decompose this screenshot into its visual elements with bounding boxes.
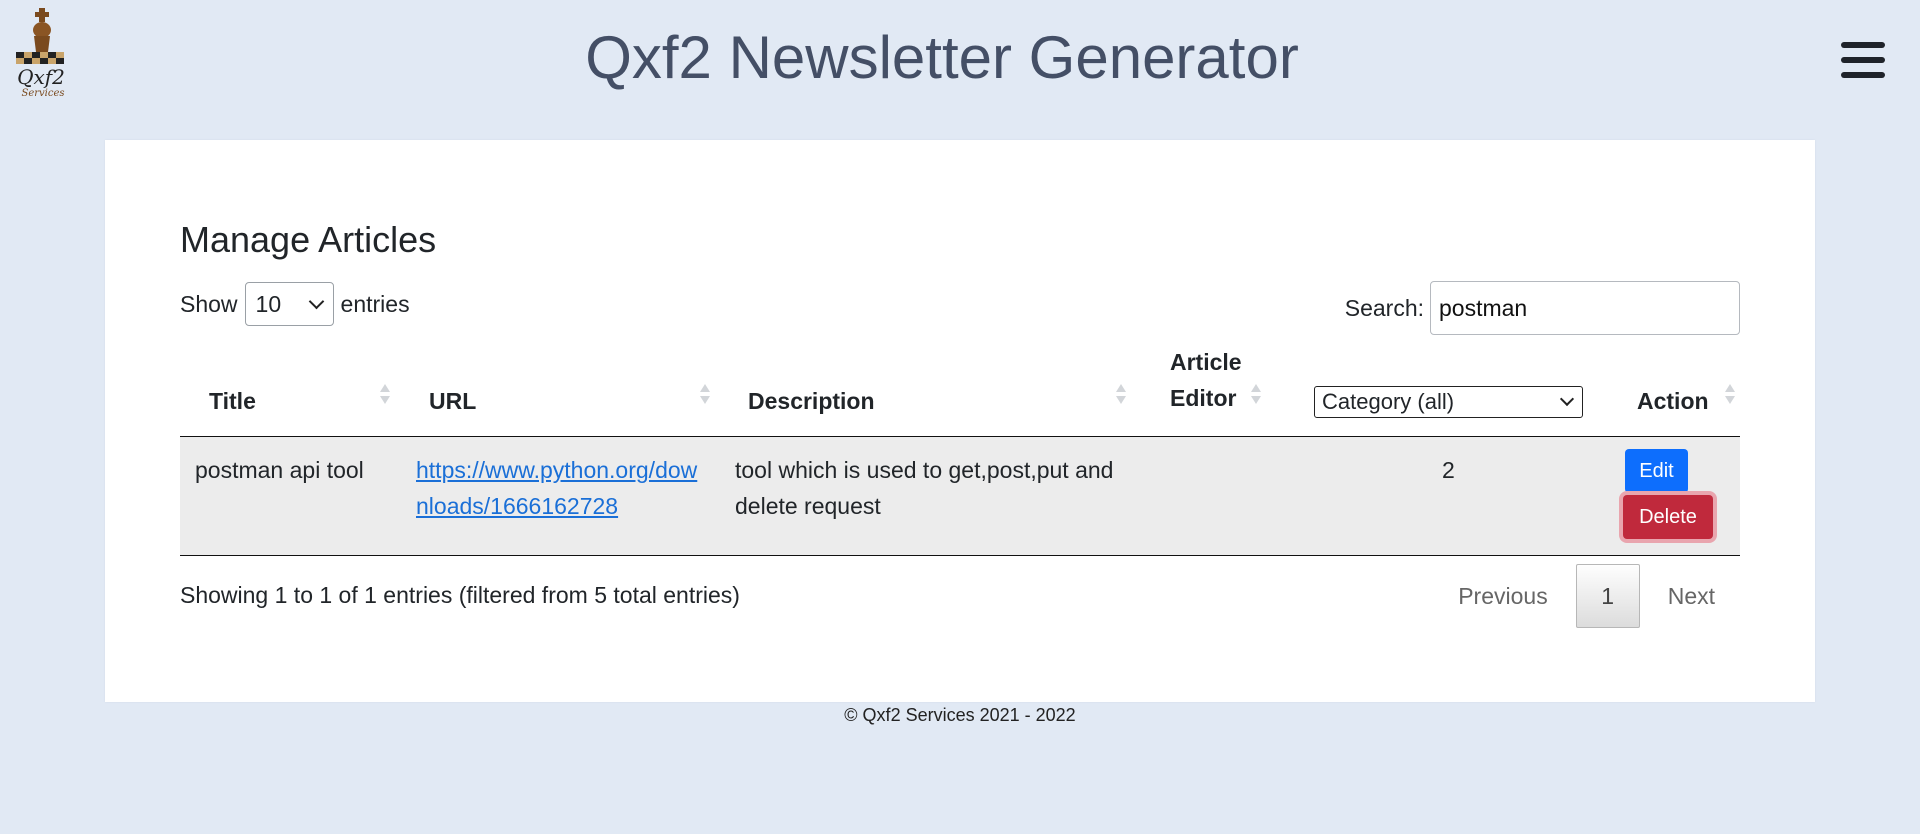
row-description: tool which is used to get,post,put and d… xyxy=(735,457,1114,519)
column-action-label: Action xyxy=(1637,388,1709,414)
column-article-editor-label: Article Editor xyxy=(1170,344,1242,416)
sort-icon xyxy=(1115,384,1127,408)
next-page-button[interactable]: Next xyxy=(1640,583,1740,610)
category-filter-select[interactable]: Category (all) xyxy=(1314,386,1583,418)
column-header-article-editor[interactable]: Article Editor xyxy=(1165,349,1295,436)
column-header-url[interactable]: URL xyxy=(395,350,715,436)
column-title-label: Title xyxy=(209,388,256,414)
copyright-footer: © Qxf2 Services 2021 - 2022 xyxy=(844,705,1076,725)
sort-icon xyxy=(699,384,711,408)
sort-icon xyxy=(1250,384,1262,408)
edit-button[interactable]: Edit xyxy=(1625,449,1688,493)
entries-per-page-select[interactable]: 10 xyxy=(244,282,334,326)
row-url-link[interactable]: https://www.python.org/downloads/1666162… xyxy=(416,452,706,524)
search-control: Search: xyxy=(1345,281,1740,335)
row-category: 2 xyxy=(1442,457,1455,483)
article-editor-line2: Editor xyxy=(1170,385,1237,411)
entries-length-control: Show 10 entries xyxy=(180,282,410,326)
page-heading: Manage Articles xyxy=(180,219,437,260)
column-description-label: Description xyxy=(748,388,875,414)
articles-card: Manage Articles Show 10 entries Search: … xyxy=(105,140,1815,702)
category-filter-value: Category (all) xyxy=(1322,389,1455,414)
entries-per-page-value: 10 xyxy=(255,290,282,317)
sort-icon xyxy=(1724,384,1736,408)
column-url-label: URL xyxy=(429,388,477,414)
sort-icon xyxy=(379,384,391,408)
chevron-down-icon xyxy=(1559,391,1575,407)
row-title: postman api tool xyxy=(195,457,364,483)
table-row: postman api tool https://www.python.org/… xyxy=(180,437,1740,556)
length-suffix-label: entries xyxy=(340,290,410,317)
app-title: Qxf2 Newsletter Generator xyxy=(585,24,1299,91)
previous-page-button[interactable]: Previous xyxy=(1458,583,1575,610)
search-label: Search: xyxy=(1344,294,1424,321)
chevron-down-icon xyxy=(308,293,324,310)
length-prefix-label: Show xyxy=(180,290,238,317)
table-header: Title URL Description Article Editor Cat… xyxy=(180,349,1740,437)
hamburger-menu-icon[interactable] xyxy=(1841,42,1885,80)
page-1-button[interactable]: 1 xyxy=(1575,564,1640,628)
search-input[interactable] xyxy=(1430,281,1740,335)
column-header-title[interactable]: Title xyxy=(180,350,395,436)
column-header-action[interactable]: Action xyxy=(1610,350,1740,436)
delete-button[interactable]: Delete xyxy=(1623,495,1713,539)
articles-table: Title URL Description Article Editor Cat… xyxy=(180,349,1740,556)
pagination: Previous 1 Next xyxy=(1458,564,1740,628)
article-editor-line1: Article xyxy=(1170,349,1242,375)
table-info: Showing 1 to 1 of 1 entries (filtered fr… xyxy=(180,582,740,608)
column-header-description[interactable]: Description xyxy=(715,350,1165,436)
